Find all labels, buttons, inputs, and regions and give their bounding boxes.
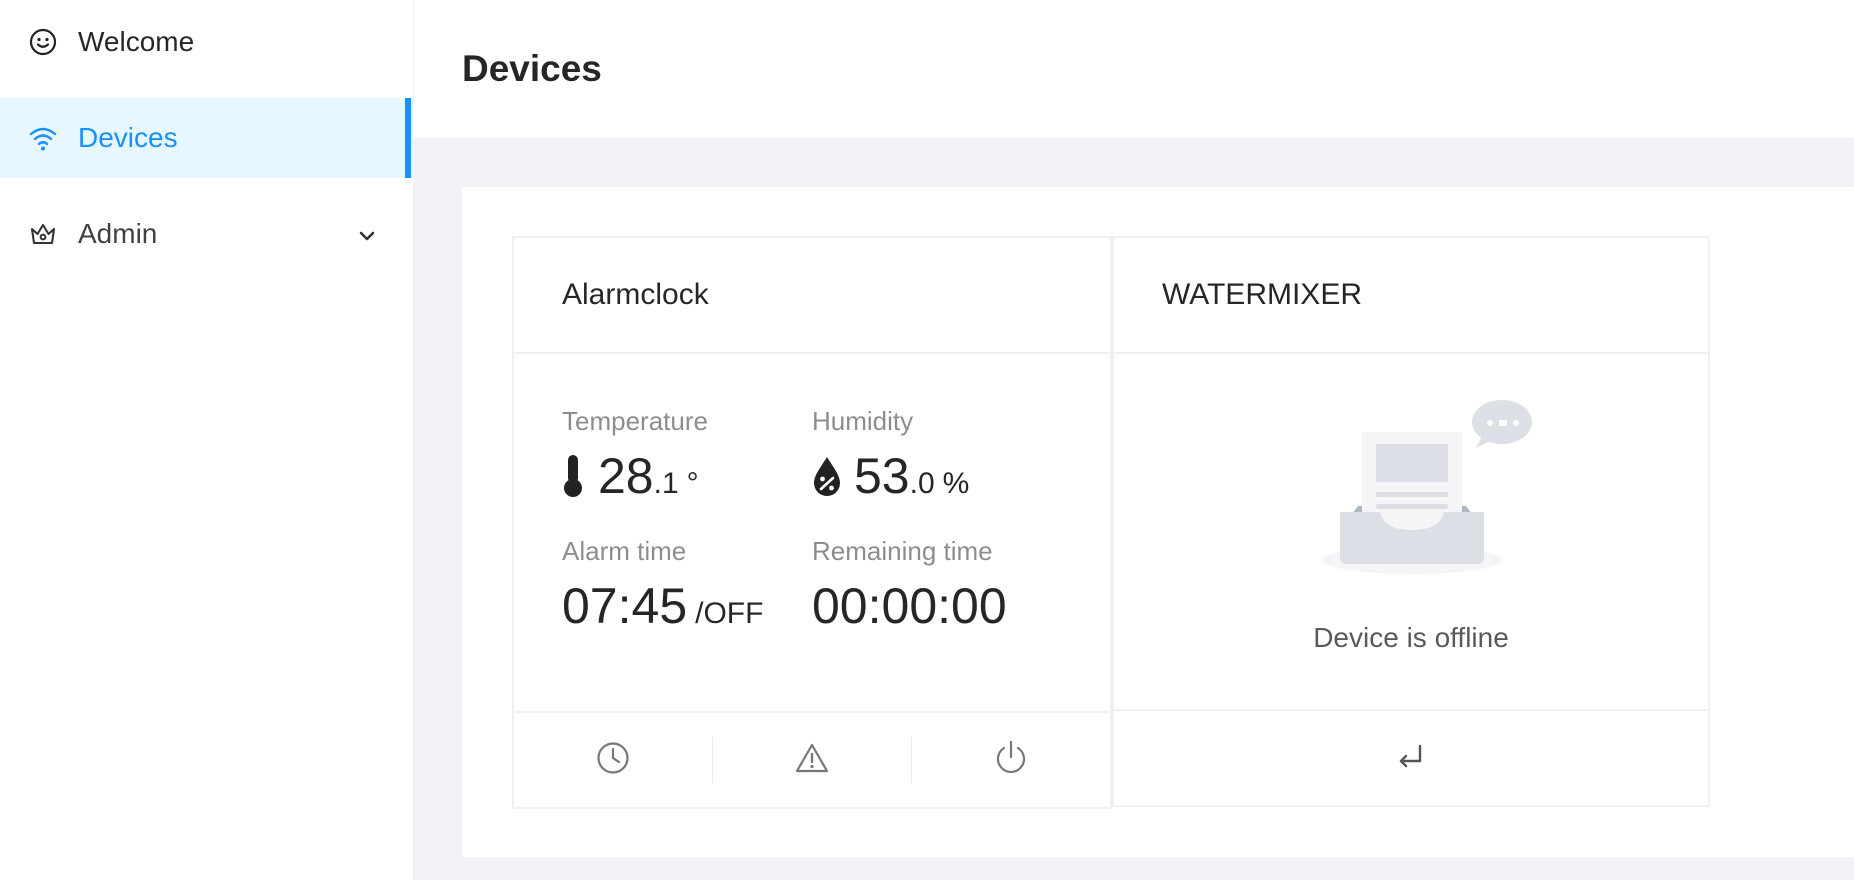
warning-icon [795,742,829,779]
stat-title: Alarm time [562,536,687,566]
stat-title: Remaining time [812,536,993,566]
sidebar-item-label: Welcome [78,26,195,57]
device-card-body: Device is offline [1114,354,1708,714]
alarm-clock-button[interactable] [514,713,712,807]
power-button[interactable] [912,713,1110,807]
sidebar-item-label: Devices [78,122,178,153]
device-card-actions [1114,709,1708,805]
device-offline-text: Device is offline [1313,622,1509,653]
device-card-title: WATERMIXER [1114,238,1708,354]
page-title: Devices [462,48,602,89]
alert-button[interactable] [713,713,911,807]
temperature-value: 28 .1 ° [562,447,708,505]
humidity-value: 53 .0 % [812,447,969,505]
thermometer-icon [562,454,584,503]
enter-button[interactable] [1114,711,1708,805]
stat-title: Temperature [562,406,708,436]
alarm-time-value: 07:45 /OFF [562,578,764,634]
sidebar: Welcome Devices Admin [0,0,414,880]
empty-inbox-illustration [1322,398,1534,583]
sidebar-item-admin[interactable]: Admin [0,194,414,274]
power-icon [994,740,1028,781]
stat-title: Humidity [812,406,914,436]
chevron-down-icon[interactable] [356,222,378,244]
clock-icon [596,741,630,780]
wifi-icon [28,123,58,153]
device-card-watermixer: WATERMIXER Device is offline [1112,236,1710,807]
device-card-alarmclock: Alarmclock Temperature 28 .1 ° Humidity [512,236,1112,809]
page-header: Devices [414,0,1854,138]
temperature-stat: Temperature 28 .1 ° [562,406,708,505]
sidebar-item-devices[interactable]: Devices [0,98,414,178]
crown-icon [28,219,58,249]
smile-icon [28,27,58,57]
remaining-time-stat: Remaining time 00:00:00 [812,536,1007,635]
humidity-stat: Humidity 53 .0 % [812,406,969,505]
device-list: Alarmclock Temperature 28 .1 ° Humidity [462,187,1854,857]
drop-percent-icon [812,455,842,502]
sidebar-item-welcome[interactable]: Welcome [0,2,414,82]
enter-icon [1396,743,1426,774]
alarm-time-stat: Alarm time 07:45 /OFF [562,536,763,635]
device-card-body: Temperature 28 .1 ° Humidity 53 .0 % Ala… [514,354,1110,714]
sidebar-item-label: Admin [78,218,158,249]
device-card-title: Alarmclock [514,238,1110,354]
remaining-time-value: 00:00:00 [812,578,1007,634]
device-card-actions [514,711,1110,807]
